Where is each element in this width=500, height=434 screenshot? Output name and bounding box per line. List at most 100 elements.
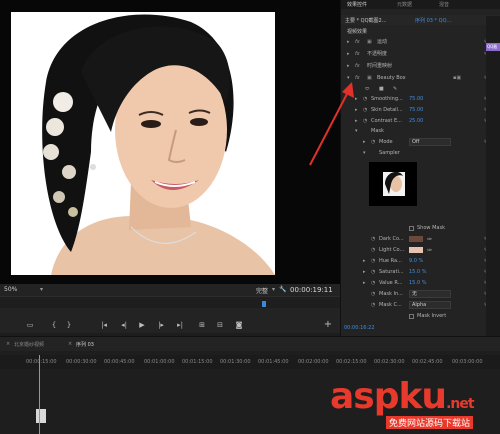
chevron-down-icon[interactable]: ▾ <box>40 286 43 293</box>
mask-channel-label: Mask C... <box>379 302 402 308</box>
tab-audio-mixer[interactable]: 混音 <box>439 1 449 8</box>
chevron-right-icon[interactable]: ▸ <box>363 267 366 278</box>
fx-menu-icon[interactable]: ▪▣ <box>453 73 461 84</box>
saturation-value[interactable]: 15.0 % <box>409 267 426 278</box>
timeline-ruler[interactable]: 00:00:15:00 00:00:30:00 00:00:45:00 00:0… <box>0 355 500 369</box>
light-color-row[interactable]: ◔ Light Co... ✑ ↺ <box>341 245 500 256</box>
mode-label: Mode <box>379 139 393 145</box>
chevron-right-icon[interactable]: ▸ <box>363 278 366 289</box>
param-row-skin-detail[interactable]: ▸ ◔ Skin Detail... 75.00 ↺ <box>341 105 500 116</box>
chevron-right-icon[interactable]: ▸ <box>363 137 366 148</box>
eyedropper-icon[interactable]: ✑ <box>427 245 432 256</box>
mask-invert-checkbox[interactable] <box>409 314 414 319</box>
effect-row-opacity[interactable]: ▸ fx 不透明度 ↺ <box>341 49 500 60</box>
playhead-handle[interactable] <box>262 301 266 307</box>
zoom-level[interactable]: 50% <box>4 286 17 293</box>
mask-invert-label: Mask Invert <box>417 313 447 319</box>
sampler-thumbnail[interactable] <box>369 162 417 206</box>
effect-row-motion[interactable]: ▸ fx ▣ 运动 ↺ <box>341 37 500 48</box>
chevron-right-icon[interactable]: ▸ <box>347 37 350 48</box>
close-icon[interactable]: × <box>68 341 72 347</box>
step-back-icon[interactable]: ◂| <box>118 319 130 331</box>
saturation-row[interactable]: ▸ ◔ Saturati... 15.0 % ↺ <box>341 267 500 278</box>
play-icon[interactable]: ▶ <box>136 319 148 331</box>
go-to-in-icon[interactable]: |◂ <box>98 319 110 331</box>
stopwatch-icon[interactable]: ◔ <box>371 137 375 148</box>
ruler-label: 00:02:00:00 <box>298 359 329 365</box>
dark-color-swatch[interactable] <box>409 236 423 242</box>
timeline-playhead[interactable] <box>39 355 40 434</box>
stopwatch-icon[interactable]: ◔ <box>371 300 375 311</box>
master-clip-label[interactable]: 主要 * QQ截图2... <box>345 17 387 24</box>
program-monitor: 50% ▾ 完整 ▾ 🔧 00:00:19:11 ▭ { } |◂ ◂| ▶ |… <box>0 0 340 333</box>
mask-invert-row[interactable]: Mask Invert <box>341 311 500 322</box>
out-point-icon[interactable]: } <box>63 319 75 331</box>
dark-color-row[interactable]: ◔ Dark Co... ✑ ↺ <box>341 234 500 245</box>
stopwatch-icon[interactable]: ◔ <box>363 105 367 116</box>
step-forward-icon[interactable]: |▸ <box>155 319 167 331</box>
sampler-group[interactable]: ▾ Sampler <box>341 148 500 159</box>
fx-icon[interactable]: fx <box>355 61 360 72</box>
stopwatch-icon[interactable]: ◔ <box>371 289 375 300</box>
mask-channel-select[interactable]: Alpha <box>409 301 451 309</box>
marker-icon[interactable]: ▭ <box>24 319 36 331</box>
export-frame-icon[interactable]: ◙ <box>233 319 245 331</box>
stopwatch-icon[interactable]: ◔ <box>371 256 375 267</box>
in-point-icon[interactable]: { <box>48 319 60 331</box>
param-value[interactable]: 75.00 <box>409 105 423 116</box>
transport-controls: ▭ { } |◂ ◂| ▶ |▸ ▸| ⊞ ⊟ ◙ + <box>0 317 340 333</box>
clip-block[interactable] <box>36 409 46 423</box>
stopwatch-icon[interactable]: ◔ <box>371 234 375 245</box>
hue-range-row[interactable]: ▸ ◔ Hue Ra... 9.0 % ↺ <box>341 256 500 267</box>
mode-select[interactable]: Off <box>409 138 451 146</box>
mask-channel-row[interactable]: ◔ Mask C... Alpha ↺ <box>341 300 500 311</box>
add-button[interactable]: + <box>322 319 334 331</box>
chevron-right-icon[interactable]: ▸ <box>363 256 366 267</box>
fx-icon[interactable]: fx <box>355 49 360 60</box>
hue-range-value[interactable]: 9.0 % <box>409 256 423 267</box>
video-canvas[interactable] <box>0 0 340 284</box>
monitor-scrubber[interactable] <box>0 296 340 308</box>
go-to-out-icon[interactable]: ▸| <box>174 319 186 331</box>
mode-row[interactable]: ▸ ◔ Mode Off ↺ <box>341 137 500 148</box>
effect-row-time-remap[interactable]: ▸ fx 时间重映射 <box>341 61 500 72</box>
lift-icon[interactable]: ⊞ <box>196 319 208 331</box>
close-icon[interactable]: × <box>6 341 10 347</box>
mask-input-row[interactable]: ◔ Mask In... 无 ↺ <box>341 289 500 300</box>
value-range-value[interactable]: 15.0 % <box>409 278 426 289</box>
watermark-subtitle: 免费网站源码下载站 <box>386 416 474 429</box>
effect-row-beauty-box[interactable]: ▾ fx ▣ Beauty Box ▪▣ ↺ <box>341 73 500 84</box>
extract-icon[interactable]: ⊟ <box>214 319 226 331</box>
tab-sequence-03[interactable]: 序列 03 <box>76 341 94 348</box>
stopwatch-icon[interactable]: ◔ <box>371 267 375 278</box>
stopwatch-icon[interactable]: ◔ <box>371 245 375 256</box>
tab-effect-controls[interactable]: 效果控件 <box>347 1 367 8</box>
light-color-swatch[interactable] <box>409 247 423 253</box>
sequence-clip-label[interactable]: 序列 03 * QQ... <box>415 17 451 24</box>
fx-icon[interactable]: fx <box>355 37 360 48</box>
monitor-timecode: 00:00:19:11 <box>290 286 333 294</box>
tab-metadata[interactable]: 元数据 <box>397 1 412 8</box>
effect-timeline-strip[interactable]: QQ截 <box>486 16 500 336</box>
stopwatch-icon[interactable]: ◔ <box>363 94 367 105</box>
settings-icon[interactable]: 🔧 <box>279 286 286 293</box>
value-range-row[interactable]: ▸ ◔ Value R... 15.0 % ↺ <box>341 278 500 289</box>
stopwatch-icon[interactable]: ◔ <box>371 278 375 289</box>
show-mask-checkbox[interactable] <box>409 226 414 231</box>
param-value[interactable]: 75.00 <box>409 94 423 105</box>
chevron-down-icon[interactable]: ▾ <box>272 286 275 293</box>
ruler-label: 00:01:15:00 <box>182 359 213 365</box>
eyedropper-icon[interactable]: ✑ <box>427 234 432 245</box>
quality-select[interactable]: 完整 <box>256 286 268 295</box>
chevron-down-icon[interactable]: ▾ <box>363 148 366 159</box>
show-mask-row[interactable]: Show Mask <box>341 223 500 234</box>
mask-input-select[interactable]: 无 <box>409 290 451 298</box>
chevron-right-icon[interactable]: ▸ <box>347 61 350 72</box>
light-color-label: Light Co... <box>379 247 405 253</box>
timeline-tabs: × 北京婚纱视频 × 序列 03 <box>0 337 500 351</box>
mask-group[interactable]: ▾ Mask <box>341 126 500 137</box>
chevron-right-icon[interactable]: ▸ <box>347 49 350 60</box>
effect-label: 时间重映射 <box>367 63 393 69</box>
param-row-smoothing[interactable]: ▸ ◔ Smoothing... 75.00 ↺ <box>341 94 500 105</box>
tab-sequence-wedding[interactable]: 北京婚纱视频 <box>14 341 44 348</box>
